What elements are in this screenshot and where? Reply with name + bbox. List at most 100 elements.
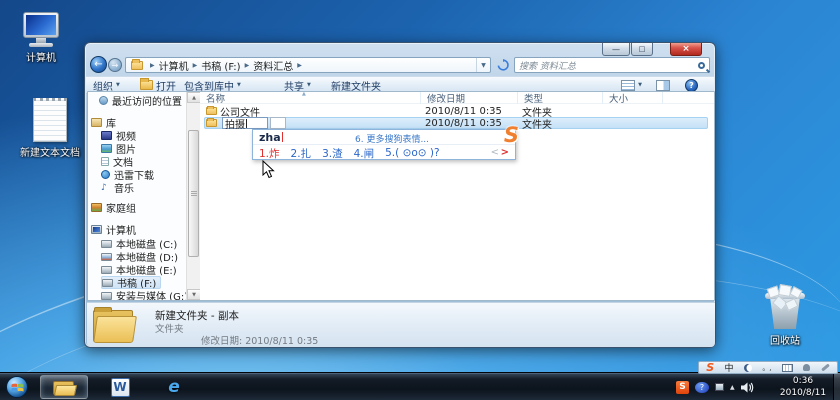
ime-candidate-5[interactable]: 5.( ⊙o⊙ )? — [385, 147, 439, 159]
windows-flag-icon — [11, 381, 24, 394]
maximize-icon: □ — [639, 45, 646, 53]
taskbar-clock[interactable]: 0:36 2010/8/11 — [772, 375, 834, 399]
sidebar-item-homegroup[interactable]: 家庭组 — [91, 201, 136, 214]
drive-icon — [101, 240, 112, 248]
sidebar-item-music[interactable]: ♪音乐 — [101, 181, 134, 194]
search-icon[interactable] — [698, 62, 705, 69]
ime-page-next-button[interactable]: > — [501, 147, 509, 158]
breadcrumb-separator-icon: ▶ — [245, 62, 250, 69]
ime-composition-text: zha — [259, 131, 281, 144]
back-button[interactable]: ← — [90, 56, 107, 73]
chevron-down-icon: ▼ — [307, 82, 311, 88]
ime-more-emoticons-link[interactable]: 6. 更多搜狗表情... — [355, 132, 429, 145]
chinese-mode-icon[interactable]: 中 — [725, 361, 734, 374]
ime-candidate-1[interactable]: 1.炸 — [259, 146, 280, 161]
sidebar-item-recent-places[interactable]: 最近访问的位置 — [99, 94, 182, 107]
libraries-icon — [91, 118, 102, 127]
sidebar-item-drive-g[interactable]: 安装与媒体 (G:) — [101, 289, 188, 301]
text-caret — [246, 119, 247, 128]
sidebar-label: 最近访问的位置 — [112, 93, 182, 108]
navigation-bar: ← → ▶ 计算机 ▶ 书稿 (F:) ▶ 资料汇总 ▶ ▼ 搜索 资料汇总 — [87, 55, 713, 75]
details-pane: 新建文件夹 - 副本 文件夹 修改日期: 2010/8/11 0:35 — [87, 302, 715, 347]
file-modified: 2010/8/11 0:35 — [425, 106, 502, 117]
ime-inline-composition-box — [270, 117, 286, 129]
file-row-rename-in-progress[interactable]: 拍摄 2010/8/11 0:35 文件夹 — [200, 117, 714, 129]
column-header-modified[interactable]: 修改日期 — [421, 92, 518, 104]
sidebar-label: 库 — [106, 115, 116, 130]
scrollbar-thumb[interactable] — [188, 130, 199, 257]
pictures-icon — [101, 144, 112, 153]
arrow-cursor-icon — [262, 160, 275, 179]
desktop-icon-computer[interactable]: 计算机 — [10, 12, 72, 64]
navigation-pane: 最近访问的位置 库 视频 图片 文档 迅雷下载 ♪音乐 家庭组 计算机 本地磁盘… — [88, 92, 186, 300]
sogou-glyph: S — [679, 382, 685, 392]
sogou-ime-icon[interactable]: S — [706, 361, 714, 374]
sogou-tray-icon[interactable]: S — [676, 381, 689, 394]
breadcrumb-separator-icon: ▶ — [193, 62, 198, 69]
breadcrumb-separator-icon: ▶ — [297, 62, 302, 69]
details-file-type: 文件夹 — [155, 321, 184, 335]
desktop-icon-recycle-bin[interactable]: 回收站 — [752, 290, 818, 347]
ime-candidate-4[interactable]: 4.闸 — [354, 146, 375, 161]
account-icon[interactable] — [803, 364, 810, 371]
ime-page-prev-button[interactable]: < — [491, 147, 499, 158]
ime-candidates-row: 1.炸 2.扎 3.渣 4.闸 5.( ⊙o⊙ )? — [253, 145, 515, 161]
address-bar[interactable]: ▶ 计算机 ▶ 书稿 (F:) ▶ 资料汇总 ▶ ▼ — [125, 57, 491, 73]
rename-input[interactable]: 拍摄 — [222, 117, 268, 129]
breadcrumb-separator-icon: ▶ — [150, 62, 155, 69]
desktop-icon-new-text-document[interactable]: 新建文本文档 — [10, 98, 90, 159]
views-icon — [621, 80, 635, 91]
sidebar-label: 音乐 — [114, 180, 134, 195]
forward-button[interactable]: → — [108, 58, 122, 72]
ime-candidate-3[interactable]: 3.渣 — [322, 146, 343, 161]
details-modified-date: 修改日期: 2010/8/11 0:35 — [201, 333, 318, 347]
sidebar-scrollbar[interactable]: ▲ ▼ — [186, 92, 200, 300]
computer-icon — [91, 225, 102, 234]
antivirus-tray-icon[interactable]: ? — [695, 382, 709, 393]
column-header-name[interactable]: 名称▲ — [200, 92, 421, 104]
show-desktop-button[interactable] — [833, 373, 840, 400]
sidebar-label: 计算机 — [106, 222, 136, 237]
ime-language-bar: S 中 。, — [698, 361, 838, 374]
file-row-company-files[interactable]: 公司文件 2010/8/11 0:35 文件夹 — [200, 105, 714, 117]
breadcrumb-drive[interactable]: 书稿 (F:) — [201, 58, 240, 73]
search-placeholder: 搜索 资料汇总 — [519, 59, 698, 72]
volume-icon[interactable] — [741, 382, 754, 393]
address-history-dropdown[interactable]: ▼ — [476, 58, 490, 72]
internet-explorer-icon: e — [168, 377, 180, 397]
help-icon: ? — [685, 79, 698, 92]
column-label: 大小 — [609, 91, 628, 105]
column-header-type[interactable]: 类型 — [518, 92, 603, 104]
network-tray-icon[interactable] — [715, 383, 724, 391]
folder-icon — [206, 107, 217, 115]
sidebar-item-libraries[interactable]: 库 — [91, 116, 116, 129]
column-header-size[interactable]: 大小 — [603, 92, 663, 104]
settings-wrench-icon[interactable] — [821, 363, 830, 371]
column-headers: 名称▲ 修改日期 类型 大小 — [200, 92, 714, 104]
sidebar-item-computer[interactable]: 计算机 — [91, 223, 136, 236]
documents-icon — [101, 157, 109, 166]
punctuation-mode-icon[interactable]: 。, — [762, 363, 771, 373]
refresh-button[interactable] — [495, 57, 510, 73]
downloads-icon — [101, 170, 110, 179]
sidebar-label: 安装与媒体 (G:) — [116, 288, 188, 301]
word-icon: W — [111, 378, 130, 397]
hidden-icons-button[interactable]: ▲ — [730, 384, 735, 391]
recent-places-icon — [99, 96, 108, 105]
taskbar-button-internet-explorer[interactable]: e — [150, 375, 198, 399]
taskbar-button-explorer[interactable] — [40, 375, 88, 399]
search-input[interactable]: 搜索 资料汇总 — [514, 57, 710, 73]
soft-keyboard-icon[interactable] — [782, 364, 793, 372]
start-button[interactable] — [6, 376, 28, 398]
scroll-up-button[interactable]: ▲ — [187, 92, 201, 103]
chevron-down-icon: ▼ — [638, 82, 642, 88]
breadcrumb-computer[interactable]: 计算机 — [159, 58, 189, 73]
breadcrumb-folder[interactable]: 资料汇总 — [253, 58, 293, 73]
videos-icon — [101, 131, 112, 140]
ime-caret — [282, 132, 283, 142]
scroll-down-button[interactable]: ▼ — [187, 289, 201, 300]
fullwidth-mode-icon[interactable] — [744, 364, 752, 372]
file-type: 文件夹 — [522, 116, 552, 131]
ime-candidate-2[interactable]: 2.扎 — [291, 146, 312, 161]
taskbar-button-word[interactable]: W — [96, 375, 144, 399]
